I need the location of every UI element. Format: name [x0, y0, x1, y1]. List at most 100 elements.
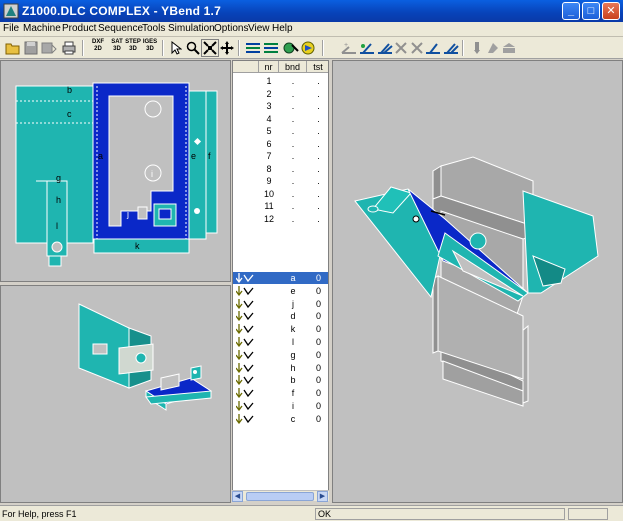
add-bend-button[interactable]: +	[340, 39, 358, 57]
bend-row[interactable]: b0	[233, 374, 328, 386]
menu-view[interactable]: View	[248, 23, 270, 34]
list-cell-nr: 7	[266, 151, 272, 161]
print-button[interactable]	[60, 39, 78, 57]
list-cell-nr: 5	[266, 126, 272, 136]
menu-bar: File Machine Product Sequence Tools Simu…	[0, 22, 623, 37]
tool-setup-button[interactable]	[282, 39, 300, 57]
bend-row[interactable]: h0	[233, 362, 328, 374]
bend-row[interactable]: g0	[233, 349, 328, 361]
select-tool-button[interactable]	[167, 39, 185, 57]
list-item[interactable]: 8..	[233, 163, 328, 175]
bend-row[interactable]: l0	[233, 336, 328, 348]
sequence-list-button[interactable]	[244, 39, 262, 57]
minimize-button[interactable]: _	[562, 2, 580, 20]
bend-up-button[interactable]	[424, 39, 442, 57]
pan-button[interactable]	[218, 39, 236, 57]
bend-cell-tst: 0	[315, 375, 321, 386]
maximize-button[interactable]: □	[582, 2, 600, 20]
list-item[interactable]: 1..	[233, 75, 328, 87]
list-item[interactable]: 6..	[233, 138, 328, 150]
scroll-left-icon: ◀	[234, 493, 241, 500]
bend-cell-bnd: e	[290, 285, 296, 296]
flat-hole	[51, 241, 63, 253]
sequence-order-icon	[264, 43, 278, 53]
list-item[interactable]: 9..	[233, 175, 328, 187]
list-cell-nr: 2	[266, 88, 272, 99]
list-item[interactable]: 7..	[233, 150, 328, 162]
column-header-bnd[interactable]: bnd	[279, 61, 307, 73]
bend-cell-bnd: j	[292, 298, 294, 309]
zoom-button[interactable]	[184, 39, 202, 57]
list-cell-nr: 8	[266, 163, 272, 174]
bend-cell-bnd: f	[291, 388, 295, 399]
menu-sequence[interactable]: Sequence	[98, 23, 143, 34]
scroll-right-button[interactable]: ▶	[317, 491, 328, 502]
bend-direction-icon	[236, 362, 254, 373]
open-button[interactable]	[4, 39, 22, 57]
bend-row[interactable]: f0	[233, 387, 328, 399]
bend-row[interactable]: d0	[233, 310, 328, 322]
bend-row[interactable]: a0	[233, 272, 328, 284]
import-dxf-button[interactable]: DXF 2D	[89, 39, 107, 57]
zoom-fit-button[interactable]	[201, 39, 219, 57]
bend-cell-bnd: c	[290, 413, 296, 424]
menu-machine[interactable]: Machine	[23, 23, 61, 34]
sequence-order-button[interactable]	[262, 39, 280, 57]
bend-cell-bnd: b	[290, 375, 296, 386]
list-item[interactable]: 12..	[233, 213, 328, 225]
bend-down-button[interactable]	[442, 39, 460, 57]
flat-part-bottom	[93, 238, 190, 254]
menu-help[interactable]: Help	[272, 23, 293, 34]
menu-product[interactable]: Product	[62, 23, 96, 34]
status-bar: For Help, press F1 OK	[0, 505, 623, 521]
printer-icon	[62, 41, 76, 55]
bend-up-icon	[426, 43, 440, 54]
delete-all-icon	[411, 42, 423, 54]
svg-text:+: +	[344, 42, 348, 49]
list-cell-nr: 6	[266, 138, 272, 149]
simulate-button[interactable]	[299, 39, 317, 57]
menu-file[interactable]: File	[3, 23, 19, 34]
menu-tools[interactable]: Tools	[142, 23, 165, 34]
column-header-nr[interactable]: nr	[259, 61, 279, 73]
machine-simulation-view[interactable]	[332, 60, 623, 503]
window-title: Z1000.DLC COMPLEX - YBend 1.7	[22, 4, 221, 18]
flat-label: g	[56, 173, 61, 183]
close-button[interactable]: ✕	[602, 2, 620, 20]
list-cell-tst: .	[317, 76, 320, 86]
bend-row[interactable]: k0	[233, 323, 328, 335]
import-step-button[interactable]: STEP 3D	[124, 39, 142, 57]
edit-bend-icon	[378, 43, 393, 54]
bend-cell-tst: 0	[315, 298, 321, 309]
list-item[interactable]: 10..	[233, 188, 328, 200]
die-button[interactable]	[500, 39, 518, 57]
flat-label: i	[151, 169, 153, 179]
bend-sequence-list[interactable]: nr bnd tst 1.. 2.. 3.. 4.. 5.. 6.. 7.. 8.. 9.. 10…	[232, 60, 329, 500]
list-cell-bnd: .	[291, 151, 295, 161]
move-cross-icon	[220, 41, 234, 55]
bend-cell-tst: 0	[315, 388, 321, 399]
menu-simulation[interactable]: Simulation	[168, 23, 215, 34]
bend-row[interactable]: j0	[233, 298, 328, 310]
import-iges-button[interactable]: IGES 3D	[141, 39, 159, 57]
save-as-button[interactable]	[40, 39, 58, 57]
part-3d-view[interactable]	[0, 285, 231, 503]
flat-label: c	[67, 109, 72, 119]
list-horizontal-scrollbar[interactable]: ◀ ▶	[232, 490, 329, 502]
column-header-tst[interactable]: tst	[307, 61, 328, 73]
bend-row[interactable]: i0	[233, 400, 328, 412]
menu-options[interactable]: Options	[214, 23, 248, 34]
flat-pattern-view[interactable]: b c a e f g h i j l k	[0, 60, 231, 282]
list-item[interactable]: 3..	[233, 100, 328, 112]
list-item[interactable]: 11..	[233, 200, 328, 212]
save-button[interactable]	[22, 39, 40, 57]
bend-row[interactable]: c0	[233, 413, 328, 425]
list-item[interactable]: 4..	[233, 113, 328, 125]
scroll-left-button[interactable]: ◀	[232, 491, 243, 502]
bend-row[interactable]: e0	[233, 285, 328, 297]
insert-bend-button[interactable]	[358, 39, 376, 57]
list-item[interactable]: 5..	[233, 125, 328, 137]
scroll-thumb[interactable]	[246, 492, 314, 501]
bend-cell-tst: 0	[315, 311, 321, 322]
list-item[interactable]: 2..	[233, 88, 328, 100]
